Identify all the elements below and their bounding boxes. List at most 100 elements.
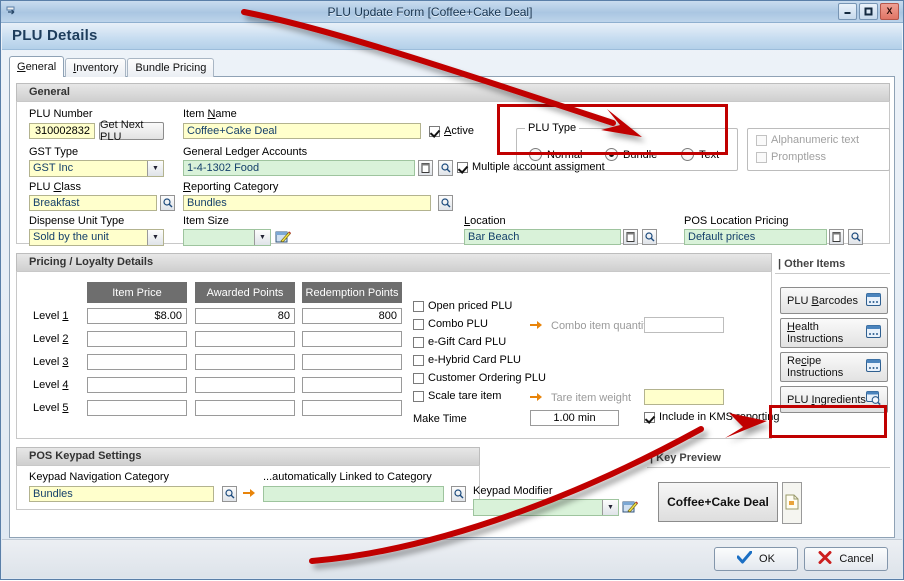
include-kms-reporting-checkbox[interactable]: Include in KMS reporting xyxy=(644,411,779,423)
combo-arrow-icon xyxy=(530,320,543,333)
linked-category-input[interactable] xyxy=(263,486,444,502)
chevron-down-icon: ▼ xyxy=(602,500,618,515)
active-checkbox[interactable]: Active xyxy=(429,125,474,137)
system-menu-icon[interactable] xyxy=(4,3,22,21)
open-priced-plu-checkbox[interactable]: Open priced PLU xyxy=(413,300,512,312)
level-4-item-price-input[interactable] xyxy=(87,377,187,393)
plu-type-text-label: Text xyxy=(699,148,720,161)
item-size-edit-icon[interactable] xyxy=(275,228,291,244)
chevron-down-icon: ▼ xyxy=(147,230,163,245)
level-4-label: Level 4 xyxy=(33,379,69,391)
plu-ingredients-label: PLU Ingredients xyxy=(787,393,866,406)
checkbox-box xyxy=(413,390,424,402)
pos-location-pricing-search-icon[interactable] xyxy=(848,229,863,245)
cancel-label: Cancel xyxy=(839,553,874,565)
checkbox-box xyxy=(756,134,767,146)
promptless-label: Promptless xyxy=(771,151,827,163)
key-preview-divider xyxy=(647,467,890,468)
reporting-category-input[interactable]: Bundles xyxy=(183,195,431,211)
combo-plu-checkbox[interactable]: Combo PLU xyxy=(413,318,488,330)
minimize-button[interactable] xyxy=(838,3,857,20)
level-3-awarded-points-input[interactable] xyxy=(195,354,295,370)
plu-type-radio-bundle[interactable]: Bundle xyxy=(605,148,657,161)
gl-accounts-input[interactable]: 1-4-1302 Food xyxy=(183,160,415,176)
key-preview-page-icon[interactable] xyxy=(782,482,802,524)
window-icon xyxy=(866,325,881,341)
keypad-modifier-select[interactable]: ▼ xyxy=(473,499,619,516)
checkbox-box xyxy=(413,336,424,348)
reporting-category-search-icon[interactable] xyxy=(438,195,453,211)
level-1-item-price-input[interactable]: $8.00 xyxy=(87,308,187,324)
customer-ordering-plu-checkbox[interactable]: Customer Ordering PLU xyxy=(413,372,546,384)
maximize-button[interactable] xyxy=(859,3,878,20)
pos-location-pricing-label: POS Location Pricing xyxy=(684,215,789,227)
scale-tare-item-checkbox[interactable]: Scale tare item xyxy=(413,390,501,402)
linked-category-search-icon[interactable] xyxy=(451,486,466,502)
item-name-input[interactable]: Coffee+Cake Deal xyxy=(183,123,421,139)
level-5-awarded-points-input[interactable] xyxy=(195,400,295,416)
checkbox-box xyxy=(457,161,468,173)
level-1-redemption-points-input[interactable]: 800 xyxy=(302,308,402,324)
item-size-select[interactable]: ▼ xyxy=(183,229,271,246)
level-1-label: Level 1 xyxy=(33,310,69,322)
checkbox-box xyxy=(413,318,424,330)
keypad-nav-category-search-icon[interactable] xyxy=(222,486,237,502)
level-2-redemption-points-input[interactable] xyxy=(302,331,402,347)
close-button[interactable]: X xyxy=(880,3,899,20)
tab-bundle-pricing[interactable]: Bundle Pricing xyxy=(127,58,215,77)
tare-item-weight-input[interactable] xyxy=(644,389,724,405)
plu-class-input[interactable]: Breakfast xyxy=(29,195,157,211)
health-instructions-button[interactable]: Health Instructions xyxy=(780,318,888,348)
location-search-icon[interactable] xyxy=(642,229,657,245)
checkbox-box xyxy=(413,354,424,366)
window-icon xyxy=(866,292,881,309)
plu-type-radio-text[interactable]: Text xyxy=(681,148,719,161)
plu-type-radio-normal[interactable]: Normal xyxy=(529,148,582,161)
egift-card-plu-label: e-Gift Card PLU xyxy=(428,336,507,348)
keypad-nav-category-input[interactable]: Bundles xyxy=(29,486,214,502)
checkbox-box xyxy=(413,372,424,384)
dialog-footer: OK Cancel xyxy=(2,539,902,578)
gst-type-select[interactable]: GST Inc ▼ xyxy=(29,160,164,177)
combo-item-quantity-input[interactable] xyxy=(644,317,724,333)
level-3-redemption-points-input[interactable] xyxy=(302,354,402,370)
level-2-item-price-input[interactable] xyxy=(87,331,187,347)
level-1-awarded-points-input[interactable]: 80 xyxy=(195,308,295,324)
plu-class-search-icon[interactable] xyxy=(160,195,175,211)
key-preview-button[interactable]: Coffee+Cake Deal xyxy=(658,482,778,522)
ehybrid-card-plu-checkbox[interactable]: e-Hybrid Card PLU xyxy=(413,354,521,366)
checkbox-box xyxy=(644,411,655,423)
plu-number-input[interactable]: 310002832 xyxy=(29,123,95,139)
radio-circle xyxy=(529,148,542,161)
recipe-instructions-button[interactable]: Recipe Instructions xyxy=(780,352,888,382)
level-5-item-price-input[interactable] xyxy=(87,400,187,416)
dispense-unit-select[interactable]: Sold by the unit ▼ xyxy=(29,229,164,246)
plu-barcodes-button[interactable]: PLU Barcodes xyxy=(780,287,888,314)
level-4-awarded-points-input[interactable] xyxy=(195,377,295,393)
gl-accounts-list-icon[interactable] xyxy=(418,160,433,176)
level-5-redemption-points-input[interactable] xyxy=(302,400,402,416)
plu-type-bundle-label: Bundle xyxy=(623,148,658,161)
tab-general[interactable]: General xyxy=(9,56,65,77)
keypad-group-header: POS Keypad Settings xyxy=(16,447,480,465)
pos-location-pricing-list-icon[interactable] xyxy=(829,229,844,245)
plu-type-normal-label: Normal xyxy=(547,148,583,161)
cancel-button[interactable]: Cancel xyxy=(804,547,888,571)
recipe-instructions-label: Recipe Instructions xyxy=(787,355,844,379)
make-time-input[interactable]: 1.00 min xyxy=(530,410,619,426)
level-4-redemption-points-input[interactable] xyxy=(302,377,402,393)
level-2-awarded-points-input[interactable] xyxy=(195,331,295,347)
level-3-item-price-input[interactable] xyxy=(87,354,187,370)
location-input[interactable]: Bar Beach xyxy=(464,229,621,245)
plu-number-label: PLU Number xyxy=(29,108,93,120)
dispense-unit-value: Sold by the unit xyxy=(33,231,109,243)
pos-location-pricing-input[interactable]: Default prices xyxy=(684,229,827,245)
tab-inventory[interactable]: Inventory xyxy=(65,58,127,77)
gl-accounts-search-icon[interactable] xyxy=(438,160,453,176)
location-list-icon[interactable] xyxy=(623,229,638,245)
egift-card-plu-checkbox[interactable]: e-Gift Card PLU xyxy=(413,336,506,348)
ok-button[interactable]: OK xyxy=(714,547,798,571)
keypad-modifier-edit-icon[interactable] xyxy=(622,498,638,514)
plu-ingredients-button[interactable]: PLU Ingredients xyxy=(780,386,888,413)
get-next-plu-button[interactable]: Get Next PLU xyxy=(99,119,164,143)
